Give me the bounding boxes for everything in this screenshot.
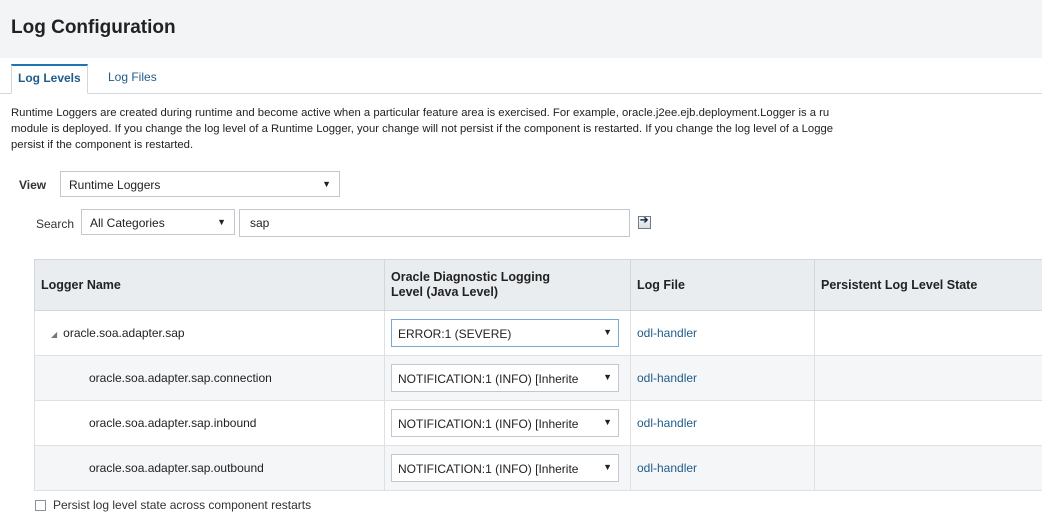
description-line: persist if the component is restarted.	[11, 139, 194, 151]
logger-name-cell: oracle.soa.adapter.sap.inbound	[34, 400, 385, 446]
table-row: oracle.soa.adapter.sap.outbound NOTIFICA…	[34, 445, 1042, 491]
search-label: Search	[36, 217, 75, 231]
logger-name-cell: oracle.soa.adapter.sap.connection	[34, 355, 385, 401]
tab-log-files[interactable]: Log Files	[108, 70, 157, 84]
log-level-select[interactable]: ERROR:1 (SEVERE) ▼	[391, 319, 619, 347]
column-header-logger-name[interactable]: Logger Name	[34, 259, 385, 311]
log-file-cell: odl-handler	[630, 445, 815, 491]
table-row: ◢ oracle.soa.adapter.sap ERROR:1 (SEVERE)…	[34, 310, 1042, 356]
persistent-state-cell	[814, 445, 1042, 491]
page-title: Log Configuration	[11, 17, 176, 38]
log-level-value: NOTIFICATION:1 (INFO) [Inherite	[398, 417, 579, 431]
tree-expanded-icon[interactable]: ◢	[51, 330, 57, 339]
persistent-state-cell	[814, 310, 1042, 356]
table-row: oracle.soa.adapter.sap.connection NOTIFI…	[34, 355, 1042, 401]
column-header-log-file[interactable]: Log File	[630, 259, 815, 311]
log-file-link[interactable]: odl-handler	[637, 416, 697, 430]
persist-option: Persist log level state across component…	[35, 498, 311, 512]
level-cell: NOTIFICATION:1 (INFO) [Inherite ▼	[384, 355, 631, 401]
view-label: View	[19, 178, 47, 192]
tab-log-levels[interactable]: Log Levels	[11, 64, 88, 94]
persist-checkbox[interactable]	[35, 500, 46, 511]
dropdown-arrow-icon: ▼	[217, 217, 226, 227]
logger-name-cell: oracle.soa.adapter.sap.outbound	[34, 445, 385, 491]
dropdown-arrow-icon: ▼	[600, 372, 612, 382]
tab-bar: Log Levels Log Files	[0, 58, 1042, 94]
column-header-odl-level-line1: Oracle Diagnostic Logging	[391, 270, 551, 284]
loggers-table: Logger Name Oracle Diagnostic Logging Le…	[34, 259, 1042, 491]
category-select-value: All Categories	[90, 216, 165, 230]
description-line: Runtime Loggers are created during runti…	[11, 107, 830, 119]
page-header: Log Configuration	[0, 0, 1042, 58]
log-file-link[interactable]: odl-handler	[637, 461, 697, 475]
table-header-row: Logger Name Oracle Diagnostic Logging Le…	[34, 259, 1042, 311]
persist-label: Persist log level state across component…	[53, 498, 312, 512]
view-select[interactable]: Runtime Loggers ▼	[60, 171, 340, 197]
search-input[interactable]	[239, 209, 630, 237]
persistent-state-cell	[814, 355, 1042, 401]
dropdown-arrow-icon: ▼	[600, 327, 612, 337]
description-line: module is deployed. If you change the lo…	[11, 123, 834, 135]
level-cell: ERROR:1 (SEVERE) ▼	[384, 310, 631, 356]
log-level-value: NOTIFICATION:1 (INFO) [Inherite	[398, 372, 579, 386]
persistent-state-cell	[814, 400, 1042, 446]
log-level-select[interactable]: NOTIFICATION:1 (INFO) [Inherite ▼	[391, 409, 619, 437]
log-level-value: ERROR:1 (SEVERE)	[398, 327, 512, 341]
logger-name: oracle.soa.adapter.sap	[63, 326, 185, 340]
view-select-value: Runtime Loggers	[69, 178, 161, 192]
go-arrow-icon: ➔	[640, 215, 649, 226]
logger-name: oracle.soa.adapter.sap.outbound	[89, 461, 264, 475]
description-text: Runtime Loggers are created during runti…	[11, 105, 1042, 153]
column-header-odl-level-line2: Level (Java Level)	[391, 285, 499, 299]
logger-name: oracle.soa.adapter.sap.connection	[89, 371, 272, 385]
logger-name: oracle.soa.adapter.sap.inbound	[89, 416, 257, 430]
search-go-button[interactable]: ➔	[638, 215, 651, 229]
log-file-link[interactable]: odl-handler	[637, 371, 697, 385]
log-file-cell: odl-handler	[630, 355, 815, 401]
log-file-cell: odl-handler	[630, 400, 815, 446]
logger-name-cell: ◢ oracle.soa.adapter.sap	[34, 310, 385, 356]
column-header-odl-level[interactable]: Oracle Diagnostic Logging Level (Java Le…	[384, 259, 631, 311]
log-level-select[interactable]: NOTIFICATION:1 (INFO) [Inherite ▼	[391, 454, 619, 482]
table-row: oracle.soa.adapter.sap.inbound NOTIFICAT…	[34, 400, 1042, 446]
log-level-select[interactable]: NOTIFICATION:1 (INFO) [Inherite ▼	[391, 364, 619, 392]
level-cell: NOTIFICATION:1 (INFO) [Inherite ▼	[384, 445, 631, 491]
dropdown-arrow-icon: ▼	[600, 462, 612, 472]
dropdown-arrow-icon: ▼	[600, 417, 612, 427]
category-select[interactable]: All Categories ▼	[81, 209, 235, 235]
level-cell: NOTIFICATION:1 (INFO) [Inherite ▼	[384, 400, 631, 446]
column-header-persistent-state[interactable]: Persistent Log Level State	[814, 259, 1042, 311]
dropdown-arrow-icon: ▼	[322, 179, 331, 189]
log-level-value: NOTIFICATION:1 (INFO) [Inherite	[398, 462, 579, 476]
log-file-cell: odl-handler	[630, 310, 815, 356]
log-file-link[interactable]: odl-handler	[637, 326, 697, 340]
